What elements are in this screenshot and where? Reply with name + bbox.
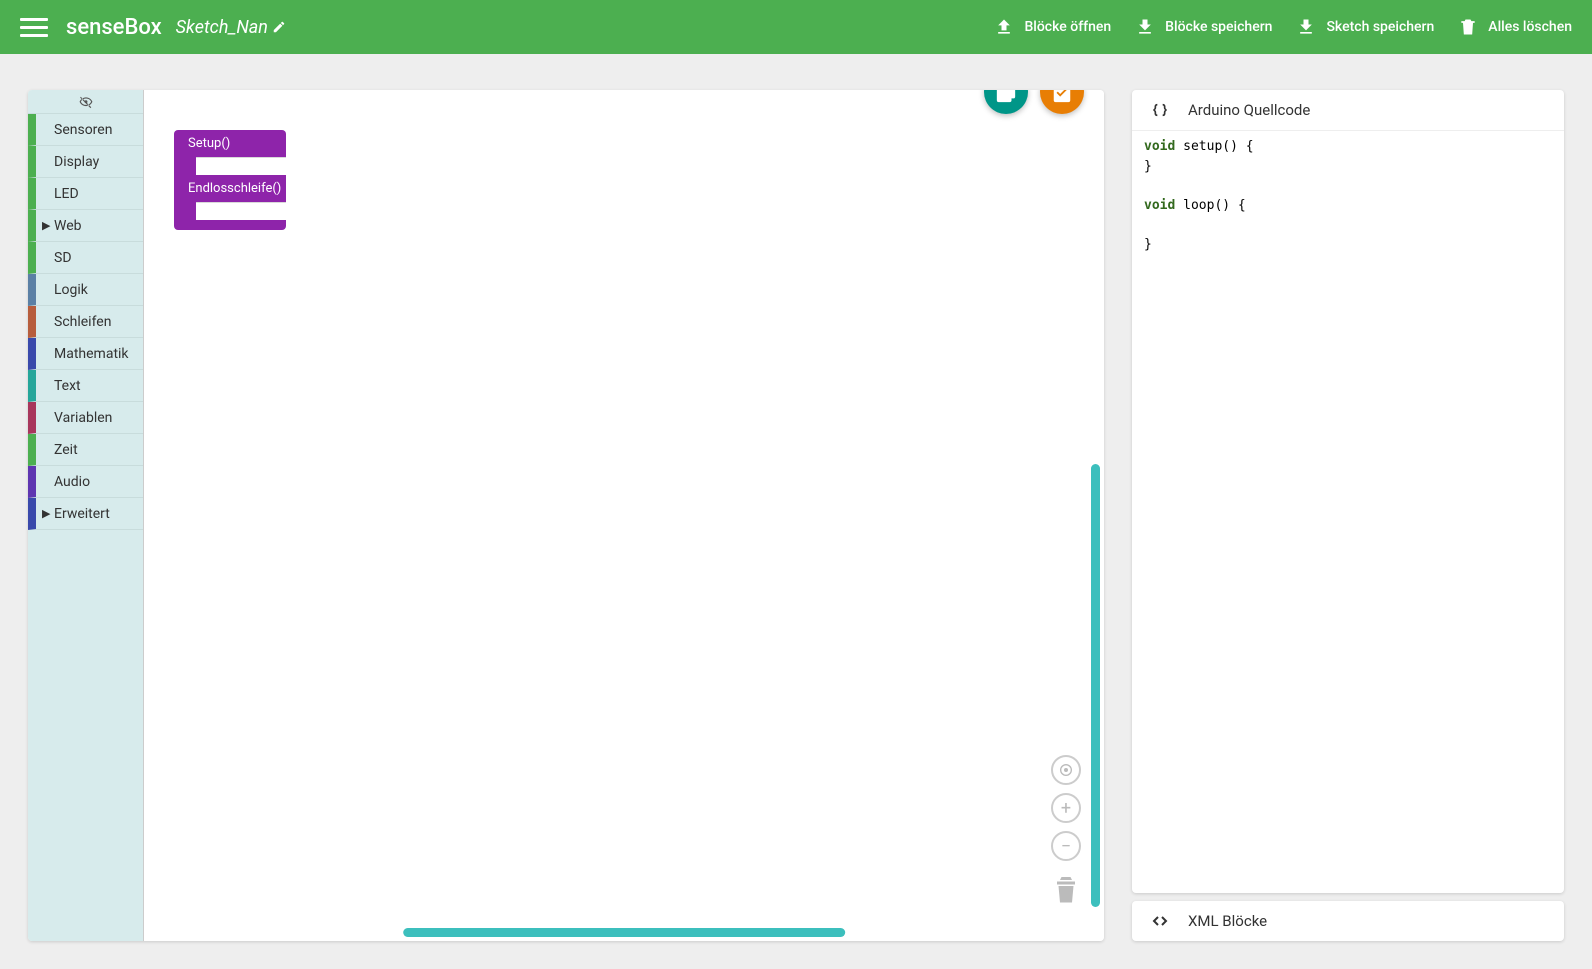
save-blocks-button[interactable]: Blöcke speichern: [1135, 17, 1272, 37]
delete-all-button[interactable]: Alles löschen: [1458, 17, 1572, 37]
zoom-in-button[interactable]: +: [1051, 793, 1081, 823]
upload-icon: [994, 17, 1014, 37]
workspace: SensorenDisplayLED▶WebSDLogikSchleifenMa…: [28, 90, 1104, 941]
toolbox-label: Schleifen: [54, 314, 111, 330]
code-panel: Arduino Quellcode void setup() {} void l…: [1132, 90, 1564, 941]
toolbox-item-audio[interactable]: Audio: [28, 466, 143, 498]
toolbox-label: Zeit: [54, 442, 78, 458]
toolbox-label: SD: [54, 250, 72, 266]
toolbox-label: Web: [54, 218, 82, 234]
toolbox-item-variablen[interactable]: Variablen: [28, 402, 143, 434]
clipboard-icon: [995, 90, 1017, 103]
center-button[interactable]: [1051, 755, 1081, 785]
copy-code-button[interactable]: [984, 90, 1028, 114]
toolbox-item-mathematik[interactable]: Mathematik: [28, 338, 143, 370]
block-canvas[interactable]: Setup() Endlosschleife() + −: [144, 90, 1104, 941]
toolbox-label: Mathematik: [54, 346, 129, 362]
toolbox-item-sensoren[interactable]: Sensoren: [28, 114, 143, 146]
scrollbar-horizontal[interactable]: [403, 928, 845, 937]
toolbox-label: LED: [54, 186, 79, 202]
expand-icon: ▶: [42, 219, 54, 232]
check-clipboard-icon: [1051, 90, 1073, 103]
toolbox-item-logik[interactable]: Logik: [28, 274, 143, 306]
toolbox-item-sd[interactable]: SD: [28, 242, 143, 274]
target-icon: [1058, 762, 1074, 778]
sketch-name[interactable]: Sketch_Nan: [176, 17, 286, 38]
expand-icon: ▶: [42, 507, 54, 520]
braces-icon: [1150, 102, 1170, 118]
trash-icon: [1458, 17, 1478, 37]
toolbox-item-schleifen[interactable]: Schleifen: [28, 306, 143, 338]
open-blocks-label: Blöcke öffnen: [1024, 19, 1111, 35]
toolbox-label: Audio: [54, 474, 90, 490]
download-icon: [1135, 17, 1155, 37]
toolbox-item-zeit[interactable]: Zeit: [28, 434, 143, 466]
delete-all-label: Alles löschen: [1488, 19, 1572, 35]
download-icon: [1296, 17, 1316, 37]
toolbox-label: Sensoren: [54, 122, 112, 138]
menu-icon[interactable]: [20, 13, 48, 41]
toolbox-item-web[interactable]: ▶Web: [28, 210, 143, 242]
compile-button[interactable]: [1040, 90, 1084, 114]
sketch-name-label: Sketch_Nan: [176, 17, 268, 38]
toolbox-item-led[interactable]: LED: [28, 178, 143, 210]
toolbox-label: Display: [54, 154, 99, 170]
arduino-panel-header[interactable]: Arduino Quellcode: [1132, 90, 1564, 130]
zoom-out-button[interactable]: −: [1051, 831, 1081, 861]
block-setup-label: Setup(): [174, 130, 286, 157]
canvas-trash[interactable]: [1048, 869, 1084, 913]
save-sketch-label: Sketch speichern: [1326, 19, 1434, 35]
code-display: void setup() {} void loop() { }: [1132, 130, 1564, 893]
toolbox-label: Text: [54, 378, 81, 394]
edit-icon: [272, 20, 286, 34]
xml-panel: XML Blöcke: [1132, 901, 1564, 941]
toolbox-label: Logik: [54, 282, 88, 298]
xml-panel-header[interactable]: XML Blöcke: [1132, 901, 1564, 941]
app-header: senseBox Sketch_Nan Blöcke öffnen Blöcke…: [0, 0, 1592, 54]
canvas-controls: + −: [1048, 755, 1084, 913]
eye-off-icon: [77, 95, 95, 109]
save-blocks-label: Blöcke speichern: [1165, 19, 1272, 35]
arduino-panel-title: Arduino Quellcode: [1188, 101, 1310, 119]
setup-loop-block[interactable]: Setup() Endlosschleife(): [174, 130, 286, 230]
arduino-code-panel: Arduino Quellcode void setup() {} void l…: [1132, 90, 1564, 893]
toolbox-item-display[interactable]: Display: [28, 146, 143, 178]
app-logo: senseBox: [66, 15, 162, 40]
block-loop-label: Endlosschleife(): [174, 175, 286, 202]
toolbox-label: Erweitert: [54, 506, 110, 522]
angle-brackets-icon: [1150, 913, 1170, 929]
trash-icon: [1048, 869, 1084, 909]
toolbox-label: Variablen: [54, 410, 112, 426]
open-blocks-button[interactable]: Blöcke öffnen: [994, 17, 1111, 37]
xml-panel-title: XML Blöcke: [1188, 912, 1267, 930]
toolbox-item-text[interactable]: Text: [28, 370, 143, 402]
header-actions: Blöcke öffnen Blöcke speichern Sketch sp…: [994, 17, 1572, 37]
toolbox-item-erweitert[interactable]: ▶Erweitert: [28, 498, 143, 530]
scrollbar-vertical[interactable]: [1091, 464, 1100, 907]
hide-toolbox-button[interactable]: [28, 90, 143, 114]
save-sketch-button[interactable]: Sketch speichern: [1296, 17, 1434, 37]
content-area: SensorenDisplayLED▶WebSDLogikSchleifenMa…: [0, 54, 1592, 969]
toolbox: SensorenDisplayLED▶WebSDLogikSchleifenMa…: [28, 90, 144, 941]
